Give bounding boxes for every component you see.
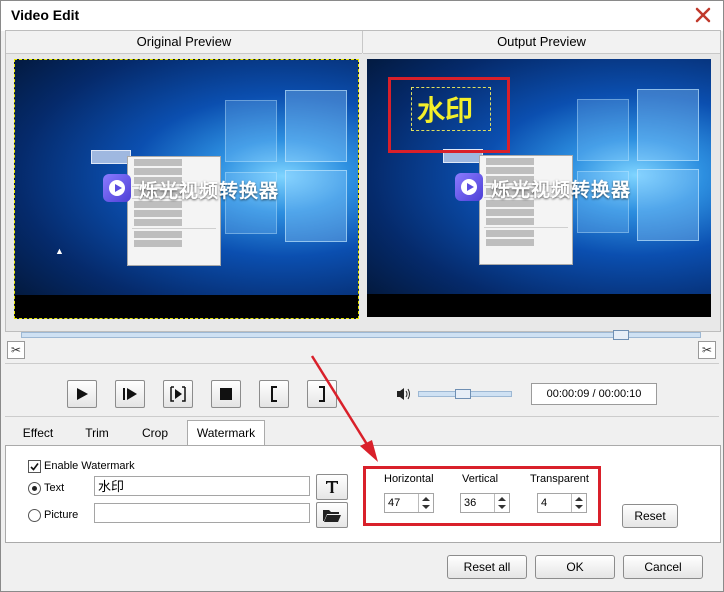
folder-open-icon — [323, 510, 341, 522]
picture-radio-label: Picture — [44, 509, 79, 521]
tab-crop[interactable]: Crop — [131, 421, 179, 445]
mark-in-button[interactable] — [259, 380, 289, 408]
ok-button[interactable]: OK — [535, 555, 615, 579]
tab-trim[interactable]: Trim — [75, 421, 119, 445]
picture-path-input[interactable] — [94, 503, 310, 523]
frame-step-icon — [170, 386, 186, 402]
stop-button[interactable] — [211, 380, 241, 408]
close-icon[interactable] — [693, 5, 713, 25]
context-menu — [127, 156, 221, 266]
context-menu — [479, 155, 573, 265]
tab-watermark[interactable]: Watermark — [187, 420, 265, 446]
volume-icon[interactable] — [396, 387, 412, 404]
original-preview-label: Original Preview — [6, 31, 362, 54]
watermark-text-input[interactable]: 水印 — [94, 476, 310, 496]
bracket-right-icon — [319, 386, 325, 402]
output-preview-label: Output Preview — [363, 31, 720, 54]
bracket-left-icon — [271, 386, 277, 402]
watermark-highlight-box — [388, 77, 510, 153]
trim-start-scissor-icon[interactable]: ✂ — [7, 341, 25, 359]
frame-step-button[interactable] — [163, 380, 193, 408]
app-logo-icon — [103, 174, 131, 202]
text-radio-label: Text — [44, 482, 65, 494]
mark-out-button[interactable] — [307, 380, 337, 408]
reset-all-button[interactable]: Reset all — [447, 555, 527, 579]
brand-text: 烁光视频转换器 — [139, 181, 280, 202]
timeline-track[interactable] — [21, 330, 701, 340]
browse-folder-button[interactable] — [316, 502, 348, 528]
step-forward-icon — [123, 388, 137, 400]
edit-tabs: Effect Trim Crop Watermark — [5, 420, 719, 446]
font-button[interactable] — [316, 474, 348, 500]
time-display: 00:00:09 / 00:00:10 — [531, 383, 657, 405]
play-icon — [77, 388, 88, 400]
volume-thumb[interactable] — [455, 389, 471, 399]
position-highlight-box — [363, 466, 601, 526]
font-t-icon — [326, 481, 338, 493]
brand-text: 烁光视频转换器 — [491, 180, 632, 201]
stop-icon — [220, 388, 232, 400]
enable-watermark-checkbox[interactable] — [28, 460, 41, 473]
preview-area: Original Preview Output Preview 烁光视频转换器 … — [5, 30, 721, 332]
play-button[interactable] — [67, 380, 97, 408]
text-radio[interactable] — [28, 482, 41, 495]
cancel-button[interactable]: Cancel — [623, 555, 703, 579]
window-title: Video Edit — [11, 7, 80, 23]
step-forward-button[interactable] — [115, 380, 145, 408]
timeline-thumb[interactable] — [613, 330, 629, 340]
enable-watermark-label: Enable Watermark — [44, 460, 135, 472]
app-logo-icon — [455, 173, 483, 201]
watermark-reset-button[interactable]: Reset — [622, 504, 678, 528]
check-icon — [30, 463, 39, 471]
video-edit-window: Video Edit Original Preview Output Previ… — [0, 0, 724, 592]
original-preview-video[interactable]: 烁光视频转换器 ▲ — [14, 59, 359, 319]
title-bar: Video Edit — [1, 1, 723, 31]
volume-slider[interactable] — [418, 389, 512, 399]
picture-radio[interactable] — [28, 509, 41, 522]
trim-end-scissor-icon[interactable]: ✂ — [698, 341, 716, 359]
dialog-footer: Reset all OK Cancel — [1, 549, 723, 591]
tab-effect[interactable]: Effect — [13, 421, 63, 445]
